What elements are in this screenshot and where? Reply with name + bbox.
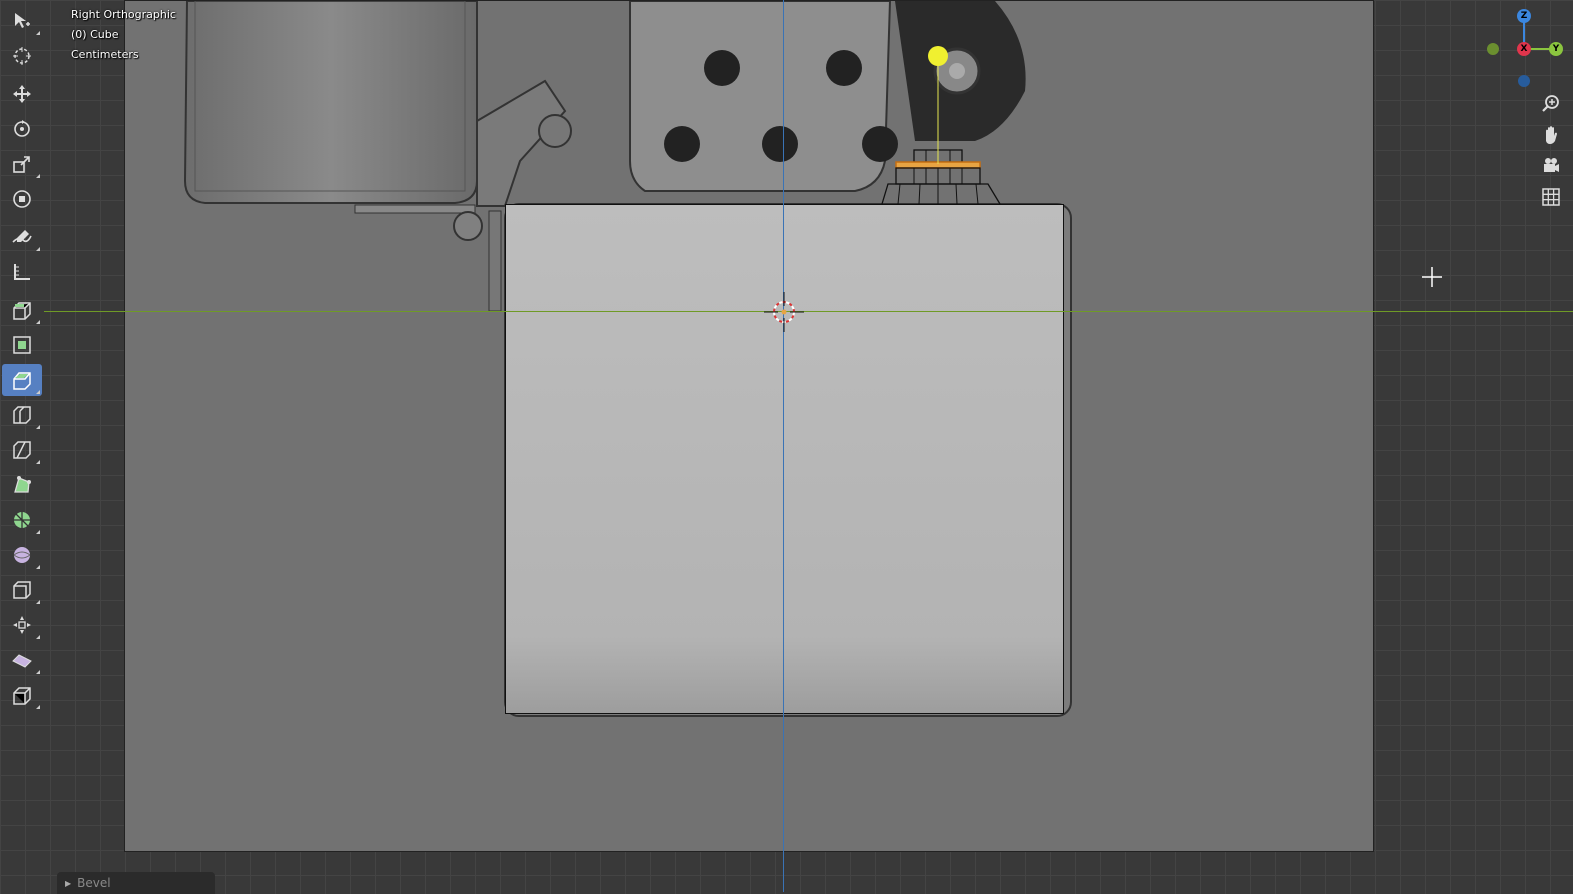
edge-slide-icon bbox=[13, 581, 31, 599]
knife-tool[interactable] bbox=[2, 434, 42, 466]
smooth-icon bbox=[13, 547, 31, 563]
units-label: Centimeters bbox=[71, 48, 139, 61]
shear-tool[interactable] bbox=[2, 644, 42, 676]
transform-tool[interactable] bbox=[2, 183, 42, 215]
pan-hand-icon bbox=[1546, 126, 1557, 144]
navigation-gizmo[interactable]: Z Y X bbox=[1480, 4, 1570, 94]
mouse-crosshair-icon bbox=[1422, 267, 1442, 287]
shear-icon bbox=[12, 654, 32, 668]
scale-icon bbox=[13, 156, 30, 173]
z-axis-line bbox=[783, 0, 784, 892]
transform-icon bbox=[13, 190, 31, 208]
tool-shelf bbox=[2, 5, 44, 714]
knife-icon bbox=[13, 441, 31, 459]
navigation-buttons bbox=[1537, 90, 1565, 214]
gizmo-y-axis[interactable]: Y bbox=[1549, 42, 1563, 56]
measure-tool[interactable] bbox=[2, 256, 42, 288]
3d-cursor-icon[interactable] bbox=[764, 292, 804, 332]
gizmo-z-axis[interactable]: Z bbox=[1517, 9, 1531, 23]
extrude-region-tool[interactable] bbox=[2, 294, 42, 326]
select-box-icon bbox=[15, 13, 30, 28]
cursor-tool[interactable] bbox=[2, 40, 42, 72]
gizmo-neg-z-axis[interactable] bbox=[1518, 75, 1530, 87]
zoom-button[interactable] bbox=[1537, 90, 1565, 118]
extrude-icon bbox=[13, 302, 31, 320]
rotate-icon bbox=[14, 120, 30, 137]
ortho-toggle-button[interactable] bbox=[1537, 183, 1565, 211]
camera-icon bbox=[1544, 158, 1559, 172]
gizmo-neg-y-axis[interactable] bbox=[1487, 43, 1499, 55]
grid-icon bbox=[1542, 188, 1560, 206]
bevel-icon bbox=[13, 372, 31, 390]
move-icon bbox=[13, 85, 31, 103]
cursor-icon bbox=[13, 47, 31, 65]
shrink-fatten-icon bbox=[13, 616, 31, 634]
operator-label: Bevel bbox=[77, 876, 111, 890]
edge-slide-tool[interactable] bbox=[2, 574, 42, 606]
light-object[interactable] bbox=[925, 44, 951, 166]
cube-mesh-face[interactable] bbox=[505, 204, 1064, 714]
3d-viewport[interactable]: Right Orthographic (0) Cube Centimeters bbox=[0, 0, 1573, 894]
camera-view-button[interactable] bbox=[1537, 152, 1565, 180]
spin-icon bbox=[14, 512, 30, 528]
select-box-tool[interactable] bbox=[2, 5, 42, 37]
loop-cut-tool[interactable] bbox=[2, 399, 42, 431]
loop-cut-icon bbox=[13, 406, 31, 424]
shrink-fatten-tool[interactable] bbox=[2, 609, 42, 641]
inset-faces-tool[interactable] bbox=[2, 329, 42, 361]
smooth-tool[interactable] bbox=[2, 539, 42, 571]
pan-button[interactable] bbox=[1537, 121, 1565, 149]
rotate-tool[interactable] bbox=[2, 113, 42, 145]
bevel-tool[interactable] bbox=[2, 364, 42, 396]
spin-tool[interactable] bbox=[2, 504, 42, 536]
annotate-icon bbox=[12, 230, 32, 243]
annotate-tool[interactable] bbox=[2, 221, 42, 253]
zoom-icon bbox=[1542, 95, 1559, 112]
move-tool[interactable] bbox=[2, 78, 42, 110]
rip-icon bbox=[13, 687, 31, 705]
y-axis-line bbox=[44, 311, 1573, 312]
expand-arrow-icon[interactable]: ▶ bbox=[65, 879, 71, 888]
poly-build-tool[interactable] bbox=[2, 469, 42, 501]
inset-icon bbox=[13, 336, 31, 354]
measure-icon bbox=[14, 264, 30, 280]
poly-build-icon bbox=[14, 476, 31, 493]
rip-region-tool[interactable] bbox=[2, 679, 42, 711]
gizmo-x-axis[interactable]: X bbox=[1517, 42, 1531, 56]
last-operator-panel[interactable]: ▶ Bevel bbox=[57, 872, 215, 894]
view-name-label: Right Orthographic bbox=[71, 8, 176, 21]
scale-tool[interactable] bbox=[2, 148, 42, 180]
object-info-label: (0) Cube bbox=[71, 28, 119, 41]
